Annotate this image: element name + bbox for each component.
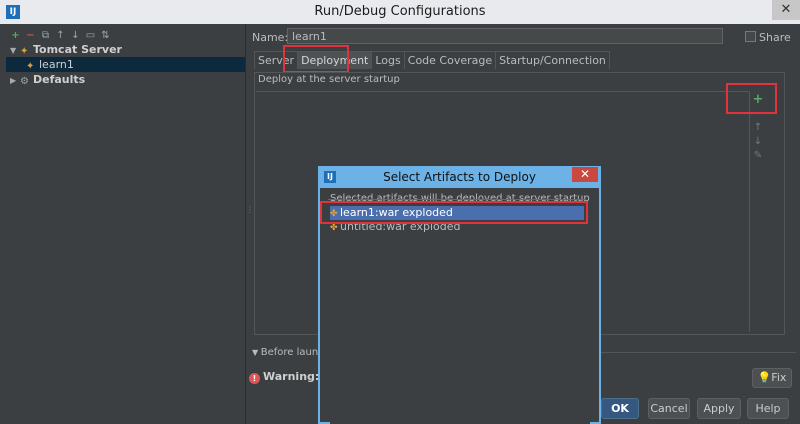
warning-icon: ! [249,373,260,384]
name-label: Name: [252,31,289,44]
window-titlebar: IJ Run/Debug Configurations ✕ [0,0,800,24]
fix-icon: 💡 [757,371,772,384]
remove-artifact-icon[interactable]: − [752,107,764,121]
artifact-list[interactable] [330,205,590,424]
tab-startup-connection[interactable]: Startup/Connection [495,51,610,69]
tomcat-icon: ✦ [26,61,35,72]
move-up-icon[interactable]: ↑ [55,30,66,41]
edit-icon[interactable]: ✎ [752,149,764,163]
window-close-button[interactable]: ✕ [772,0,800,20]
folder-icon[interactable]: ▭ [85,30,96,41]
sort-icon[interactable]: ⇅ [100,30,111,41]
tree-toolbar: + − ⧉ ↑ ↓ ▭ ⇅ [10,28,111,42]
fix-button[interactable]: 💡Fix [752,368,792,388]
tree-item-defaults[interactable]: ▶ ⚙ Defaults [10,72,85,87]
remove-icon[interactable]: − [25,30,36,41]
collapse-arrow-icon[interactable]: ▶ [10,73,20,88]
dialog-title: Select Artifacts to Deploy [383,170,536,184]
strikethrough-line [328,199,586,200]
tab-code-coverage[interactable]: Code Coverage [403,51,497,69]
tab-deployment[interactable]: Deployment [297,51,373,69]
move-up-icon[interactable]: ↑ [752,121,764,135]
splitter-handle[interactable]: ⋮ [246,205,254,214]
window-title: Run/Debug Configurations [314,4,486,19]
share-checkbox[interactable]: Share [745,31,791,44]
artifact-icon: ✤ [330,209,338,219]
defaults-icon: ⚙ [20,76,29,87]
move-down-icon[interactable]: ↓ [752,135,764,149]
deployment-header: Deploy at the server startup [258,74,400,85]
config-tabs: Server Deployment Logs Code Coverage Sta… [254,51,610,69]
add-icon[interactable]: + [10,30,21,41]
cancel-button[interactable]: Cancel [648,398,690,419]
tab-logs[interactable]: Logs [371,51,405,69]
name-field[interactable]: learn1 [287,28,723,44]
tab-server[interactable]: Server [254,51,299,69]
expand-arrow-icon[interactable]: ▼ [10,43,20,58]
artifact-item-learn1[interactable]: ✤ learn1:war exploded [330,206,584,220]
artifact-icon: ✤ [330,223,338,233]
tomcat-icon: ✦ [20,46,29,57]
artifact-item-untitled[interactable]: ✤ untitled:war exploded [330,220,460,234]
help-button[interactable]: Help [747,398,789,419]
expand-arrow-icon: ▼ [252,348,261,357]
copy-icon[interactable]: ⧉ [40,30,51,41]
add-artifact-icon[interactable]: + [752,93,764,107]
dialog-titlebar: IJ Select Artifacts to Deploy ✕ [318,166,601,188]
dialog-close-button[interactable]: ✕ [572,167,598,182]
move-down-icon[interactable]: ↓ [70,30,81,41]
deployment-toolbar: + − ↑ ↓ ✎ [752,93,764,163]
tree-item-learn1[interactable]: ✦ learn1 [26,57,74,72]
apply-button[interactable]: Apply [697,398,741,419]
tree-item-tomcat-server[interactable]: ▼ ✦ Tomcat Server [10,42,122,57]
checkbox-icon[interactable] [745,31,756,42]
ok-button[interactable]: OK [601,398,639,419]
